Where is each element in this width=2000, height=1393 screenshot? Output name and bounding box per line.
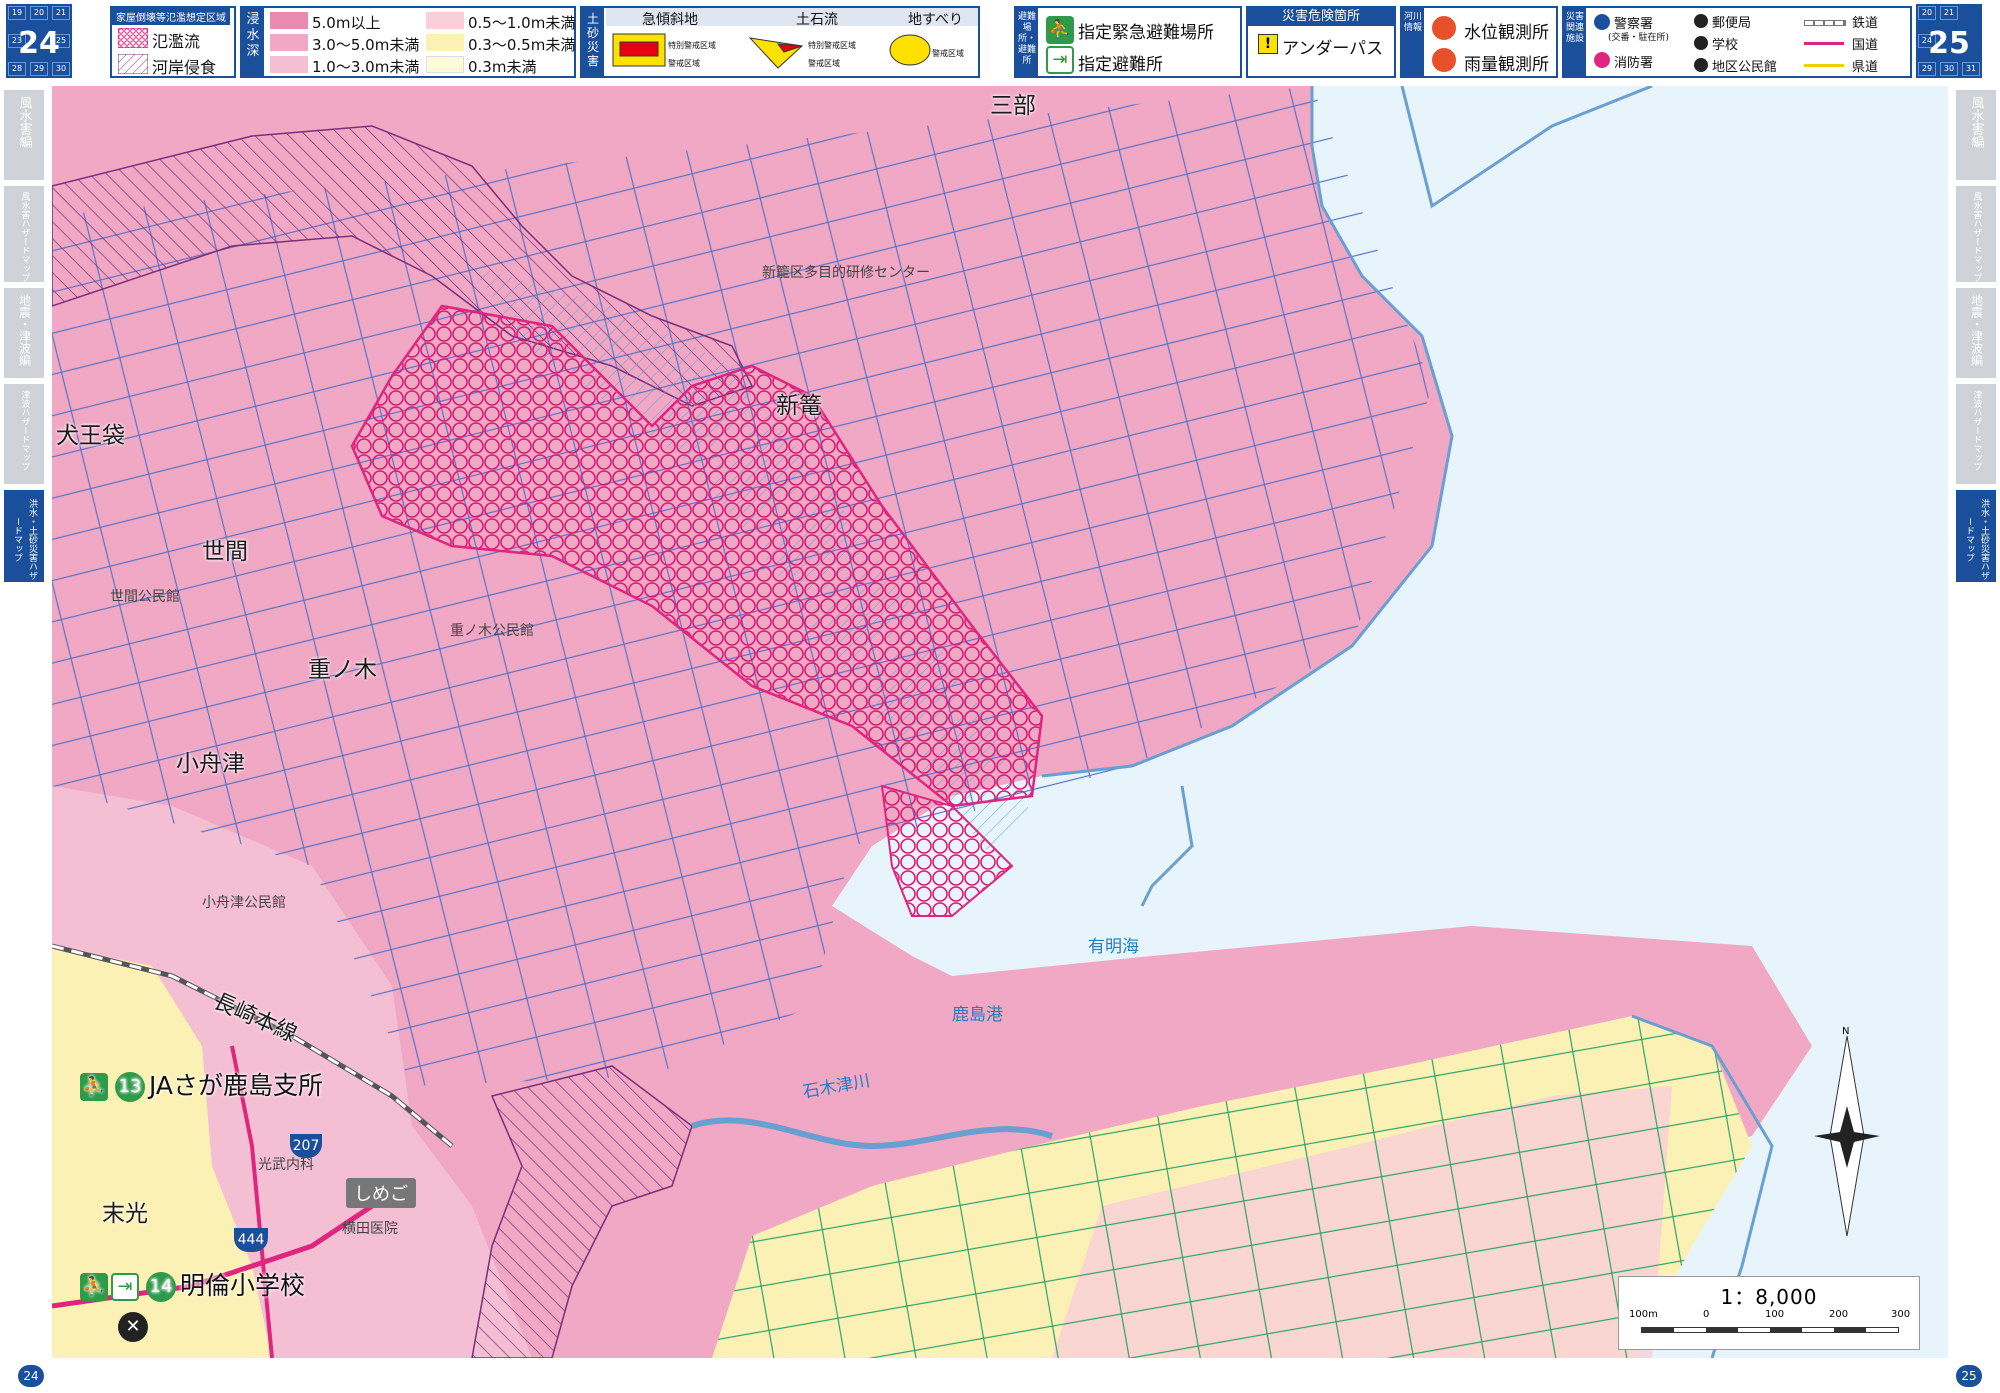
compass-icon: N bbox=[1814, 1026, 1880, 1237]
side-tab-tsunami-map-right[interactable]: 津波ハザードマップ bbox=[1956, 384, 1996, 484]
label-kofunatsu-hall: 小舟津公民館 bbox=[202, 895, 286, 911]
legend-house-collapse-title: 家屋倒壊等氾濫想定区域 bbox=[112, 8, 230, 25]
side-tab-storm-map-right[interactable]: 風水害ハザードマップ bbox=[1956, 186, 1996, 282]
depth-swatch-lt03m bbox=[426, 56, 464, 73]
depth-swatch-5m bbox=[270, 12, 308, 29]
evacuation-shelter-icon: ⇥ bbox=[1046, 46, 1074, 74]
legend-river-info: 河川情報 水位観測所 雨量観測所 bbox=[1400, 6, 1558, 78]
post-office-icon bbox=[1694, 14, 1708, 28]
depth-swatch-3-5m bbox=[270, 34, 308, 51]
route-shield-207: 207 bbox=[290, 1134, 322, 1158]
place-shinkago: 新篭 bbox=[776, 393, 822, 419]
legend-sediment-tag: 土砂災害 bbox=[582, 8, 604, 76]
water-level-station-icon bbox=[1432, 16, 1456, 40]
legend-depth-tag: 浸水深 bbox=[242, 8, 264, 76]
emergency-evacuation-site-icon: ⛹ bbox=[80, 1273, 108, 1301]
police-icon bbox=[1594, 14, 1610, 30]
fire-station-icon bbox=[1594, 52, 1610, 68]
label-clinic-yokota: 横田医院 bbox=[342, 1221, 398, 1237]
legend-facility-tag: 災害関連施設 bbox=[1564, 8, 1586, 76]
place-suemitsu: 末光 bbox=[102, 1201, 148, 1227]
label-seken-hall: 世間公民館 bbox=[110, 589, 180, 605]
place-sanbu: 三部 bbox=[990, 93, 1036, 119]
route-shield-444: 444 bbox=[234, 1228, 268, 1252]
depth-swatch-1-3m bbox=[270, 56, 308, 73]
emergency-evacuation-site-icon: ⛹ bbox=[1046, 16, 1074, 44]
side-tab-storm[interactable]: 風水害編 bbox=[4, 90, 44, 180]
legend-danger-spots: 災害危険箇所 ! アンダーパス bbox=[1246, 6, 1396, 78]
side-tab-quake-right[interactable]: 地震・津波編 bbox=[1956, 288, 1996, 378]
svg-text:N: N bbox=[1842, 1026, 1849, 1037]
footer-page-right: 25 bbox=[1956, 1365, 1982, 1387]
national-road-icon bbox=[1804, 42, 1844, 45]
depth-swatch-05-1m bbox=[426, 12, 464, 29]
legend-bank-erosion-label: 河岸侵食 bbox=[152, 58, 217, 77]
overflow-swatch-icon bbox=[118, 28, 148, 48]
side-tab-flood-map[interactable]: 洪水・土砂災害ハザードマップ bbox=[4, 490, 44, 582]
place-kofunatsu: 小舟津 bbox=[176, 751, 245, 777]
bank-erosion-swatch-icon bbox=[118, 54, 148, 74]
depth-swatch-03-05m bbox=[426, 34, 464, 51]
emergency-evacuation-site-icon: ⛹ bbox=[80, 1073, 108, 1101]
side-tab-flood-map-right[interactable]: 洪水・土砂災害ハザードマップ bbox=[1956, 490, 1996, 582]
label-shigenoki-hall: 重ノ木公民館 bbox=[450, 623, 534, 639]
page-number-left: 24 bbox=[18, 26, 60, 61]
legend-sediment-disaster: 土砂災害 急傾斜地 土石流 地すべり 特別警戒区域 警戒区域 特別警戒区域 警戒… bbox=[580, 6, 980, 78]
underpass-icon: ! bbox=[1258, 34, 1278, 54]
footer-page-left: 24 bbox=[18, 1365, 44, 1387]
prefectural-road-icon bbox=[1804, 64, 1844, 67]
side-tab-quake[interactable]: 地震・津波編 bbox=[4, 288, 44, 378]
page-index-right[interactable]: 20 21 24 29 30 31 25 bbox=[1916, 4, 1982, 78]
label-ariake-sea: 有明海 bbox=[1088, 937, 1139, 957]
place-inuogafukuro: 犬王袋 bbox=[56, 423, 125, 449]
evacuation-shelter-icon: ⇥ bbox=[111, 1273, 139, 1301]
debris-flow-zone-icon bbox=[748, 37, 804, 69]
page-number-right: 25 bbox=[1928, 26, 1970, 61]
steep-slope-zone-icon bbox=[612, 33, 666, 67]
side-tab-tsunami-map[interactable]: 津波ハザードマップ bbox=[4, 384, 44, 484]
school-icon: ✕ bbox=[118, 1312, 148, 1342]
community-hall-icon bbox=[1694, 58, 1708, 72]
place-seken: 世間 bbox=[202, 539, 248, 565]
label-kashima-port: 鹿島港 bbox=[952, 1005, 1003, 1025]
facility-14[interactable]: ⛹ ⇥ 14 明倫小学校 bbox=[80, 1266, 305, 1302]
legend-evac-tag: 避難場所・避難所 bbox=[1016, 8, 1038, 76]
facility-13[interactable]: ⛹ 13 JAさが鹿島支所 bbox=[80, 1066, 323, 1102]
page-index-left[interactable]: 19 20 21 23 25 28 29 30 24 bbox=[6, 4, 72, 78]
legend-overflow-label: 氾濫流 bbox=[152, 32, 201, 51]
side-tab-storm-map[interactable]: 風水害ハザードマップ bbox=[4, 186, 44, 282]
label-community-center: 新籠区多目的研修センター bbox=[762, 265, 930, 281]
place-shigenoki: 重ノ木 bbox=[308, 657, 377, 683]
legend-danger-title: 災害危険箇所 bbox=[1248, 8, 1394, 26]
rain-gauge-station-icon bbox=[1432, 48, 1456, 72]
scale-ratio: 1：8,000 bbox=[1720, 1285, 1818, 1309]
map-canvas bbox=[52, 86, 1948, 1358]
scale-bar: 1：8,000 100m 0 100 200 300 bbox=[1618, 1276, 1920, 1350]
side-tab-storm-right[interactable]: 風水害編 bbox=[1956, 90, 1996, 180]
landslide-zone-icon bbox=[889, 34, 931, 66]
railway-line-icon bbox=[1804, 20, 1846, 26]
school-icon bbox=[1694, 36, 1708, 50]
legend-river-tag: 河川情報 bbox=[1402, 8, 1424, 76]
legend-bar: 19 20 21 23 25 28 29 30 24 家屋倒壊等氾濫想定区域 氾… bbox=[0, 0, 2000, 84]
legend-house-collapse: 家屋倒壊等氾濫想定区域 氾濫流 河岸侵食 bbox=[110, 6, 236, 78]
underpass-shimego[interactable]: しめご bbox=[346, 1178, 416, 1208]
hazard-map[interactable]: 三部 新篭 犬王袋 世間 重ノ木 小舟津 末光 新籠区多目的研修センター 世間公… bbox=[52, 86, 1948, 1358]
legend-evacuation: 避難場所・避難所 ⛹ 指定緊急避難場所 ⇥ 指定避難所 bbox=[1014, 6, 1242, 78]
legend-inundation-depth: 浸水深 5.0m以上 0.5～1.0m未満 3.0～5.0m未満 0.3～0.5… bbox=[240, 6, 576, 78]
legend-facilities: 災害関連施設 警察署 (交番・駐在所) 消防署 郵便局 学校 地区公民館 鉄道 … bbox=[1562, 6, 1912, 78]
